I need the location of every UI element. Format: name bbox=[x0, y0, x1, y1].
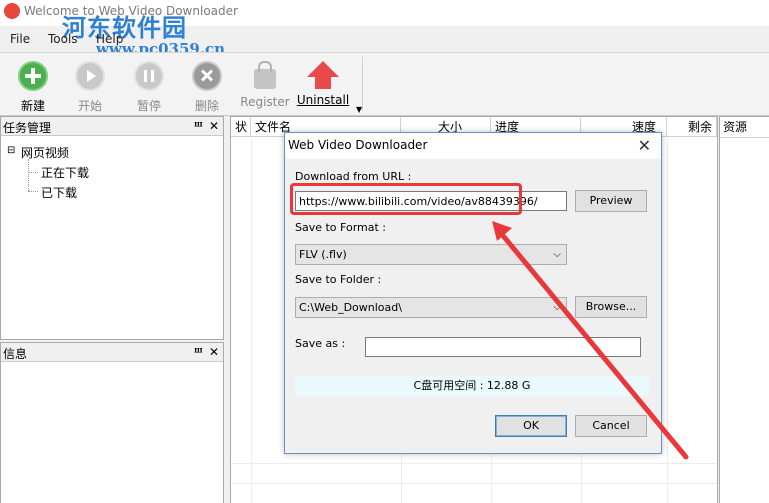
menu-file[interactable]: File bbox=[10, 32, 30, 46]
close-icon[interactable]: ✕ bbox=[209, 119, 219, 133]
new-button[interactable]: 新建 bbox=[2, 61, 64, 114]
uninstall-button[interactable]: Uninstall bbox=[292, 61, 354, 107]
lock-icon bbox=[254, 61, 276, 89]
pin-icon[interactable]: Ⱎ bbox=[194, 119, 203, 134]
pause-icon bbox=[134, 61, 164, 91]
format-label: Save to Format : bbox=[295, 221, 387, 234]
folder-select-value: C:\Web_Download\ bbox=[299, 301, 402, 314]
url-highlight-box bbox=[290, 183, 522, 215]
dialog-title-bar: Web Video Downloader ✕ bbox=[285, 133, 661, 159]
download-dialog: Web Video Downloader ✕ Download from URL… bbox=[284, 132, 662, 454]
toolbar: 新建 开始 暂停 删除 Register Uninstall ▼ bbox=[0, 52, 769, 116]
tree-item-downloaded[interactable]: 已下载 bbox=[41, 184, 77, 201]
start-label: 开始 bbox=[77, 99, 102, 113]
app-icon bbox=[4, 3, 20, 19]
folder-select[interactable]: C:\Web_Download\ ⌵ bbox=[295, 297, 567, 318]
delete-label: 删除 bbox=[194, 99, 219, 113]
format-select-value: FLV (.flv) bbox=[299, 248, 347, 261]
cancel-button[interactable]: Cancel bbox=[575, 415, 647, 437]
save-as-input[interactable] bbox=[365, 337, 641, 357]
add-icon bbox=[18, 61, 48, 91]
resource-panel-title: 资源 bbox=[720, 117, 769, 138]
register-label: Register bbox=[240, 95, 290, 109]
ok-button[interactable]: OK bbox=[495, 415, 567, 437]
save-as-label: Save as : bbox=[295, 337, 346, 350]
grid-line bbox=[667, 138, 668, 503]
tree-collapse-icon[interactable]: ⊟ bbox=[7, 145, 15, 156]
start-button[interactable]: 开始 bbox=[59, 61, 121, 114]
disk-space-info: C盘可用空间 : 12.88 G bbox=[295, 376, 649, 396]
new-label: 新建 bbox=[20, 99, 45, 113]
uninstall-label: Uninstall bbox=[296, 93, 350, 107]
close-icon[interactable]: ✕ bbox=[209, 345, 219, 359]
dialog-title: Web Video Downloader bbox=[288, 138, 428, 152]
chevron-down-icon: ⌵ bbox=[553, 249, 561, 260]
title-bar: Welcome to Web Video Downloader 河东软件园 bbox=[0, 0, 769, 42]
pause-button[interactable]: 暂停 bbox=[118, 61, 180, 114]
task-panel-title: 任务管理 bbox=[3, 121, 52, 135]
format-select[interactable]: FLV (.flv) ⌵ bbox=[295, 244, 567, 265]
browse-button[interactable]: Browse... bbox=[575, 296, 647, 318]
register-button[interactable]: Register bbox=[234, 61, 296, 109]
info-panel-title: 信息 bbox=[3, 347, 28, 361]
menu-tools[interactable]: Tools bbox=[48, 32, 78, 46]
up-arrow-icon bbox=[307, 61, 339, 89]
toolbar-separator bbox=[362, 57, 363, 111]
pause-label: 暂停 bbox=[136, 99, 161, 113]
tree-line bbox=[28, 172, 38, 173]
grid-line bbox=[231, 463, 717, 464]
close-icon[interactable]: ✕ bbox=[638, 136, 651, 155]
column-header-status[interactable]: 状 bbox=[231, 117, 251, 137]
grid-line bbox=[251, 138, 252, 503]
chevron-down-icon: ⌵ bbox=[553, 302, 561, 313]
app-window: Welcome to Web Video Downloader 河东软件园 Fi… bbox=[0, 0, 769, 503]
resource-panel: 资源 bbox=[719, 116, 769, 503]
tree-line bbox=[28, 159, 29, 191]
tree-line bbox=[28, 191, 38, 192]
delete-icon bbox=[192, 61, 222, 91]
tree-item-downloading[interactable]: 正在下载 bbox=[41, 164, 89, 181]
preview-button[interactable]: Preview bbox=[575, 190, 647, 212]
folder-label: Save to Folder : bbox=[295, 273, 382, 286]
delete-button[interactable]: 删除 bbox=[176, 61, 238, 114]
url-label: Download from URL : bbox=[295, 170, 412, 183]
info-panel-header: 信息 Ⱎ ✕ bbox=[1, 343, 223, 362]
column-header-remaining[interactable]: 剩余 bbox=[667, 117, 717, 137]
pin-icon[interactable]: Ⱎ bbox=[194, 345, 203, 360]
info-panel: 信息 Ⱎ ✕ bbox=[0, 342, 224, 503]
task-panel: 任务管理 Ⱎ ✕ ⊟ 网页视频 正在下载 已下载 bbox=[0, 116, 224, 340]
play-icon bbox=[75, 61, 105, 91]
grid-line bbox=[231, 483, 717, 484]
task-panel-header: 任务管理 Ⱎ ✕ bbox=[1, 117, 223, 136]
